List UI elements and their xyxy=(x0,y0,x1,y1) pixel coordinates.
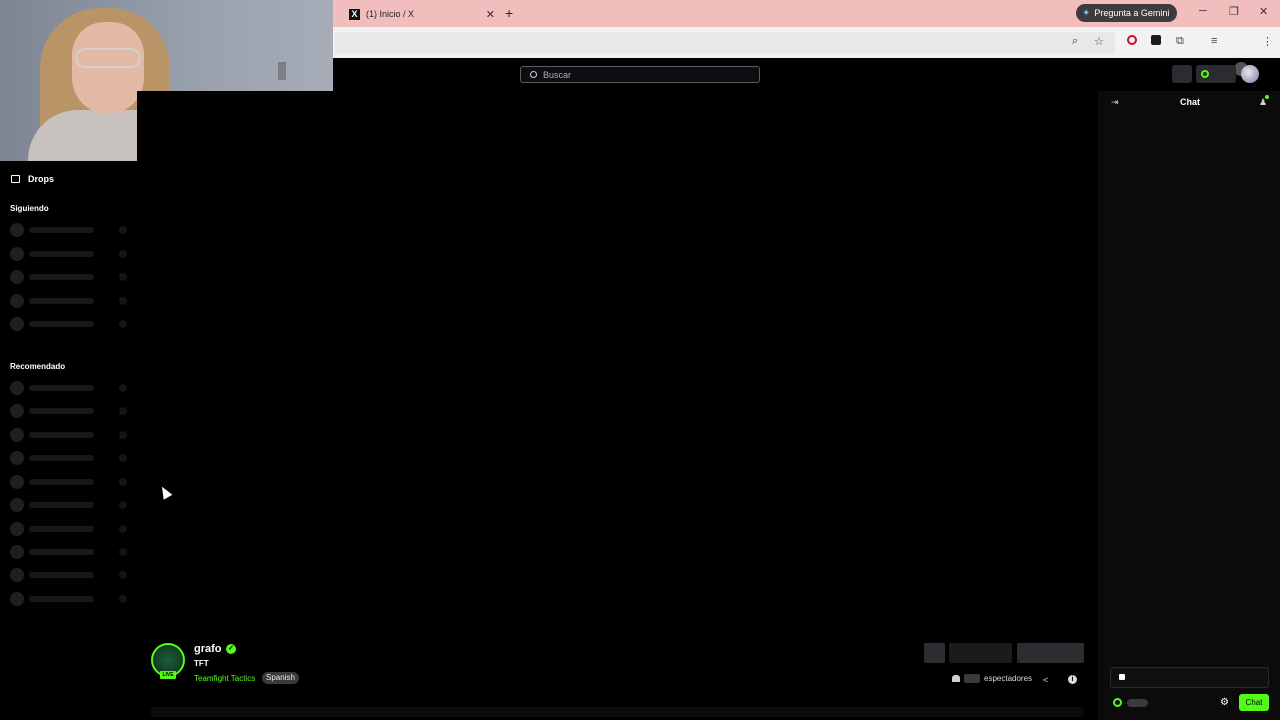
user-avatar[interactable] xyxy=(1241,65,1259,83)
bookmark-star-icon[interactable]: ☆ xyxy=(1094,35,1104,48)
channel-skeleton xyxy=(10,294,130,308)
header-button[interactable] xyxy=(1172,65,1192,83)
x-logo-icon: X xyxy=(349,8,360,20)
tab-title: (1) Inicio / X xyxy=(366,9,415,19)
bottom-bar xyxy=(151,707,1084,717)
media-icon[interactable]: ≡ xyxy=(1211,35,1217,47)
channel-skeleton xyxy=(10,317,130,331)
omnibox[interactable] xyxy=(335,32,1115,53)
action-button-placeholder[interactable] xyxy=(949,643,1012,663)
opera-icon[interactable] xyxy=(1127,35,1137,45)
search-icon xyxy=(530,71,537,78)
points-icon[interactable] xyxy=(1113,698,1122,707)
channel-skeleton xyxy=(10,428,130,442)
window-close-icon[interactable]: ✕ xyxy=(1259,5,1268,18)
close-tab-icon[interactable]: ✕ xyxy=(486,8,495,21)
follow-button-placeholder[interactable] xyxy=(1017,643,1084,663)
channel-skeleton xyxy=(10,404,130,418)
zoom-icon[interactable]: ⌕ xyxy=(1072,35,1078,48)
header-points-button[interactable] xyxy=(1196,65,1236,83)
info-icon[interactable]: i xyxy=(1068,675,1077,684)
language-tag[interactable]: Spanish xyxy=(262,672,299,684)
recommended-section-title: Recomendado xyxy=(10,362,66,371)
menu-icon[interactable]: ⋮ xyxy=(1262,35,1273,48)
gemini-spark-icon: ✦ xyxy=(1082,7,1091,19)
sidebar-item-drops[interactable]: Drops xyxy=(11,174,54,184)
chat-input[interactable] xyxy=(1110,667,1269,688)
minimize-icon[interactable]: ─ xyxy=(1199,5,1207,17)
gear-icon[interactable]: ⚙ xyxy=(1220,697,1229,708)
channel-skeleton xyxy=(10,381,130,395)
points-placeholder xyxy=(1127,699,1148,707)
chat-users-icon[interactable]: ♟ xyxy=(1259,95,1269,108)
channel-skeleton xyxy=(10,522,130,536)
channel-skeleton xyxy=(10,247,130,261)
viewer-count-placeholder xyxy=(964,674,980,683)
action-button-placeholder[interactable] xyxy=(924,643,945,663)
viewers-label: espectadores xyxy=(984,674,1033,683)
extension-icon[interactable] xyxy=(1151,35,1161,45)
channel-skeleton xyxy=(10,568,130,582)
channel-skeleton xyxy=(10,498,130,512)
gemini-button[interactable]: ✦ Pregunta a Gemini xyxy=(1076,4,1178,22)
viewer-count: espectadores xyxy=(952,674,1032,683)
channel-name[interactable]: grafo xyxy=(194,643,222,655)
channel-skeleton xyxy=(10,592,130,606)
collapse-chat-icon[interactable]: ⇥ xyxy=(1111,97,1119,108)
puzzle-icon[interactable]: ⧉ xyxy=(1176,35,1184,48)
chat-panel xyxy=(1098,91,1280,720)
search-input[interactable]: Buscar xyxy=(520,66,760,83)
gemini-label: Pregunta a Gemini xyxy=(1094,8,1170,18)
stream-title: TFT xyxy=(194,659,209,668)
viewers-icon xyxy=(952,675,960,682)
chat-title: Chat xyxy=(1180,97,1200,107)
verified-icon: ✓ xyxy=(226,644,236,654)
category-link[interactable]: Teamfight Tactics xyxy=(194,674,255,683)
channel-skeleton xyxy=(10,270,130,284)
drops-label: Drops xyxy=(28,174,55,184)
following-section-title: Siguiendo xyxy=(10,204,49,213)
channel-skeleton xyxy=(10,475,130,489)
restore-icon[interactable]: ❐ xyxy=(1229,5,1239,18)
gift-icon xyxy=(11,175,20,183)
video-player[interactable] xyxy=(137,91,1098,632)
channel-skeleton xyxy=(10,545,130,559)
lock-icon xyxy=(1119,674,1125,680)
browser-tab[interactable]: X (1) Inicio / X ✕ xyxy=(341,3,499,25)
live-badge: LIVE xyxy=(160,671,176,679)
channel-skeleton xyxy=(10,223,130,237)
share-icon[interactable]: < xyxy=(1043,675,1048,685)
new-tab-button[interactable]: + xyxy=(505,5,513,21)
chat-send-button[interactable]: Chat xyxy=(1239,694,1269,711)
search-placeholder: Buscar xyxy=(543,69,572,80)
channel-skeleton xyxy=(10,451,130,465)
points-icon xyxy=(1201,70,1209,78)
